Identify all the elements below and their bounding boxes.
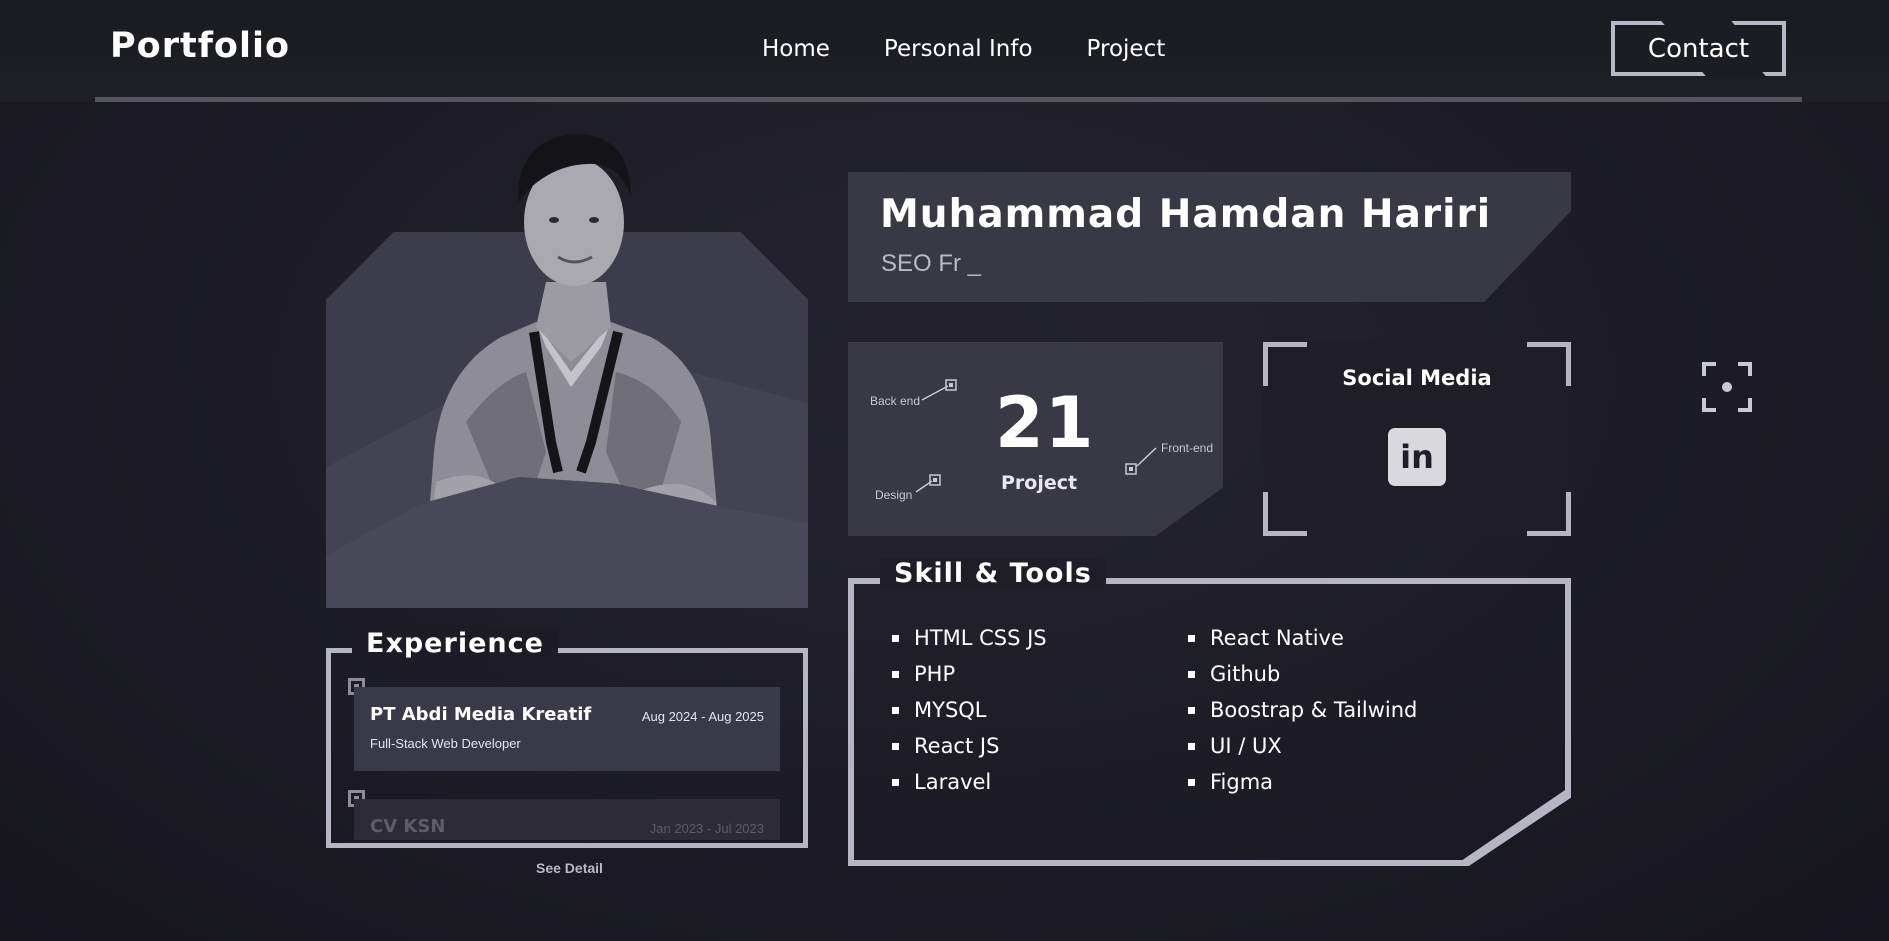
see-detail-link[interactable]: See Detail	[536, 860, 603, 876]
skill-item: Laravel	[892, 770, 1047, 806]
experience-item: CV KSN Jan 2023 - Jul 2023	[338, 787, 790, 840]
skills-title: Skill & Tools	[894, 558, 1092, 589]
skill-item: Github	[1188, 662, 1417, 698]
contact-button-label: Contact	[1647, 33, 1750, 64]
experience-item: PT Abdi Media Kreatif Aug 2024 - Aug 202…	[338, 675, 790, 787]
tag-front-end: Front-end	[1161, 441, 1214, 455]
contact-button[interactable]: Contact	[1611, 21, 1786, 76]
experience-company: CV KSN	[370, 816, 446, 837]
project-count: 21	[995, 382, 1095, 464]
skill-item: React JS	[892, 734, 1047, 770]
frame-corner	[1527, 492, 1571, 536]
project-count-label: Project	[1001, 472, 1078, 494]
header-divider	[95, 97, 1802, 102]
frame-corner	[1263, 492, 1307, 536]
nav-project[interactable]: Project	[1087, 36, 1166, 62]
nav-personal-info[interactable]: Personal Info	[884, 36, 1033, 62]
linkedin-icon-glyph: in	[1400, 438, 1434, 476]
skills-list-right: React Native Github Boostrap & Tailwind …	[1188, 626, 1417, 806]
social-media-card: Social Media in	[1263, 342, 1571, 536]
experience-date: Jan 2023 - Jul 2023	[649, 821, 764, 836]
typed-role: SEO Fr _	[881, 250, 982, 277]
tag-back-end: Back end	[870, 394, 921, 408]
skill-item: React Native	[1188, 626, 1417, 662]
experience-role: Full-Stack Web Developer	[370, 736, 521, 751]
experience-card: CV KSN Jan 2023 - Jul 2023	[354, 799, 780, 840]
main-nav: Home Personal Info Project	[762, 36, 1165, 62]
skill-item: Figma	[1188, 770, 1417, 806]
experience-date: Aug 2024 - Aug 2025	[641, 709, 764, 724]
experience-title: Experience	[366, 628, 544, 659]
skill-item: UI / UX	[1188, 734, 1417, 770]
skills-title-box: Skill & Tools	[880, 558, 1106, 589]
nav-home[interactable]: Home	[762, 36, 830, 62]
profile-photo	[326, 122, 808, 608]
site-logo[interactable]: Portfolio	[110, 26, 290, 66]
linkedin-icon[interactable]: in	[1388, 428, 1446, 486]
skill-item: HTML CSS JS	[892, 626, 1047, 662]
experience-list[interactable]: PT Abdi Media Kreatif Aug 2024 - Aug 202…	[338, 675, 790, 840]
skill-item: Boostrap & Tailwind	[1188, 698, 1417, 734]
experience-company: PT Abdi Media Kreatif	[370, 704, 592, 725]
skill-item: PHP	[892, 662, 1047, 698]
tag-design: Design	[875, 488, 913, 502]
experience-card: PT Abdi Media Kreatif Aug 2024 - Aug 202…	[354, 687, 780, 771]
skills-list-left: HTML CSS JS PHP MYSQL React JS Laravel	[892, 626, 1047, 806]
skill-item: MYSQL	[892, 698, 1047, 734]
profile-name: Muhammad Hamdan Hariri	[880, 192, 1492, 237]
social-media-title: Social Media	[1342, 366, 1492, 390]
focus-icon[interactable]	[1702, 362, 1752, 412]
experience-title-box: Experience	[352, 628, 558, 659]
